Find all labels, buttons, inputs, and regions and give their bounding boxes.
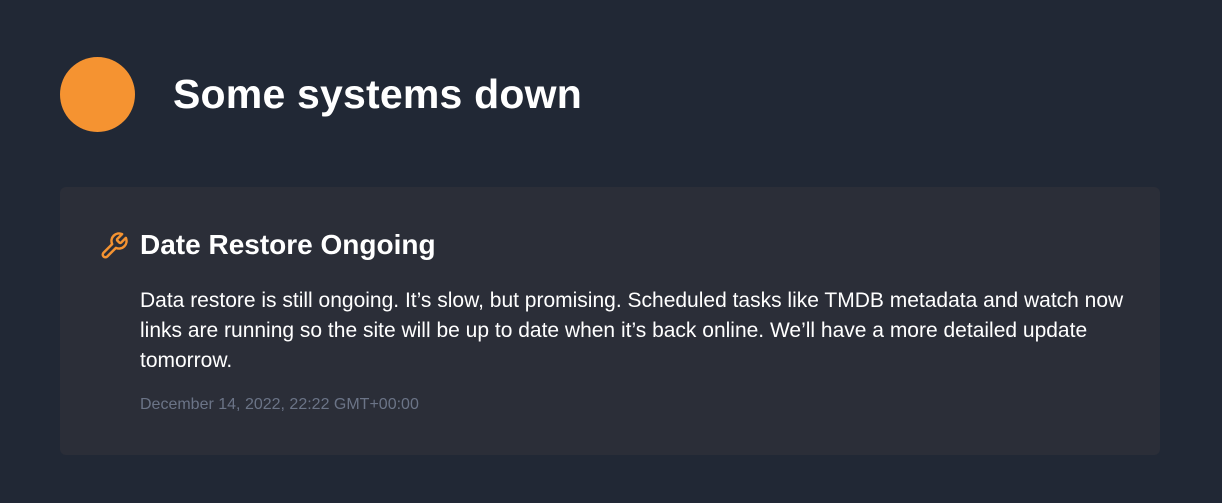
incident-title: Date Restore Ongoing [140,229,436,260]
incident-timestamp: December 14, 2022, 22:22 GMT+00:00 [140,396,419,413]
status-indicator-dot [60,57,135,132]
status-title: Some systems down [173,71,582,117]
incident-body: Data restore is still ongoing. It’s slow… [140,289,1124,372]
wrench-icon [101,232,128,259]
status-header: Some systems down [60,57,582,132]
incident-card: Date Restore Ongoing Data restore is sti… [60,187,1160,455]
